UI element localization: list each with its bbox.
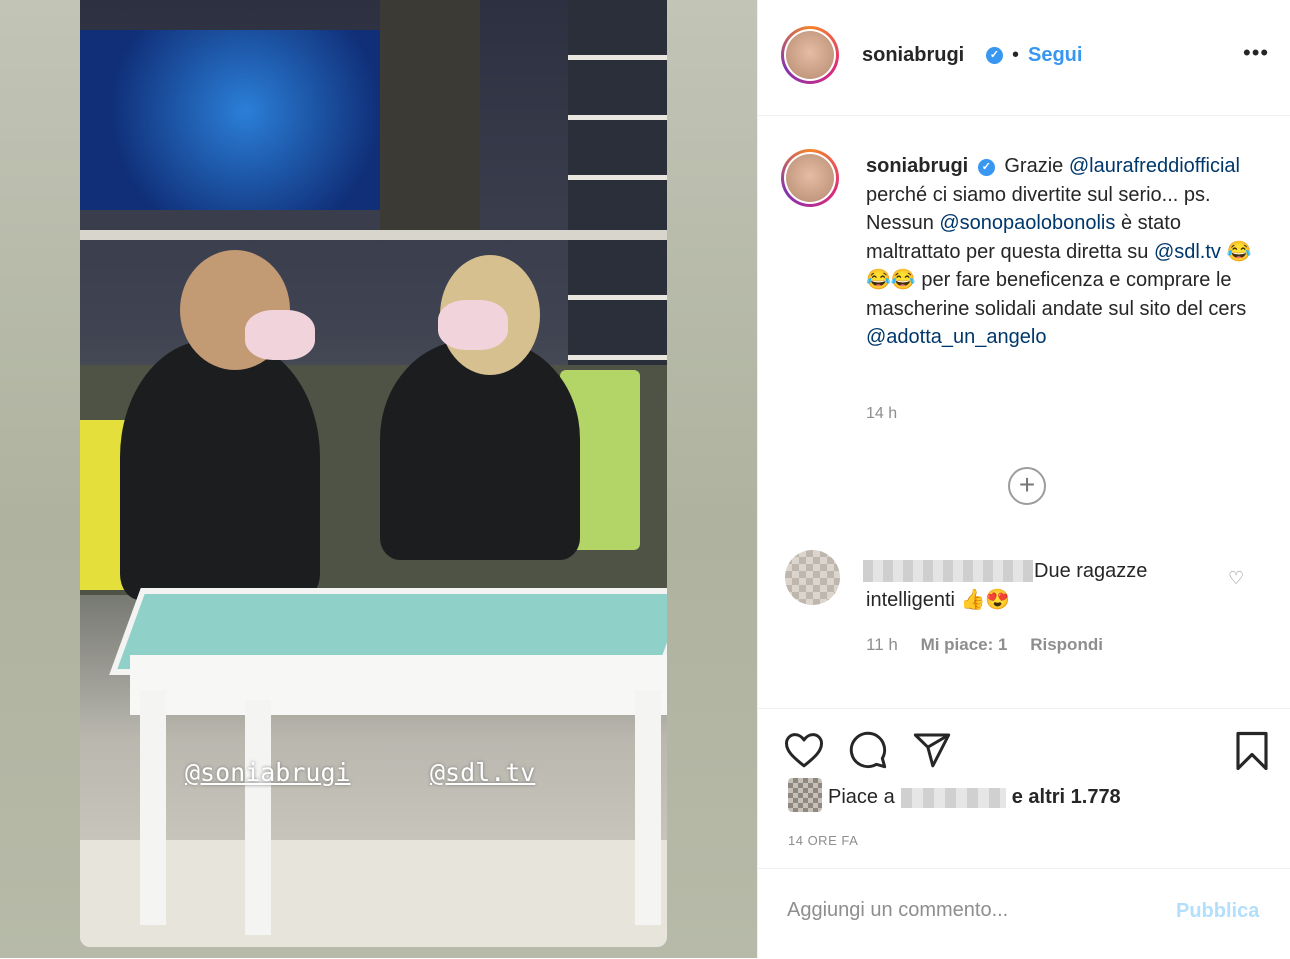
verified-badge-icon: ✓ xyxy=(986,47,1003,64)
post-timestamp: 14 ORE FA xyxy=(788,833,859,848)
comment-meta: 11 h Mi piace: 1 Rispondi xyxy=(866,635,1121,655)
mention-laurafreddiofficial[interactable]: @laurafreddiofficial xyxy=(1069,155,1240,177)
photo-aquarium xyxy=(80,30,380,210)
post-header: soniabrugi ✓ • Segui ••• xyxy=(758,0,1290,116)
photo-bookcase xyxy=(380,0,480,240)
caption-avatar-image xyxy=(786,154,834,202)
post-side-panel: soniabrugi ✓ • Segui ••• soniabrugi ✓ Gr… xyxy=(757,0,1290,958)
follow-button[interactable]: Segui xyxy=(1028,44,1082,67)
post-photo[interactable]: @soniabrugi @sdl.tv xyxy=(80,0,667,947)
comment-like-heart-icon[interactable]: ♡ xyxy=(1228,568,1244,589)
caption-username[interactable]: soniabrugi xyxy=(866,155,968,177)
comment-likes-count[interactable]: Mi piace: 1 xyxy=(921,635,1008,654)
photo-tag-soniabrugi[interactable]: @soniabrugi xyxy=(185,758,351,787)
liker-avatar[interactable] xyxy=(788,778,822,812)
likes-prefix: Piace a xyxy=(828,786,895,808)
load-more-comments-icon[interactable]: + xyxy=(1008,467,1046,505)
caption-time: 14 h xyxy=(866,405,898,422)
verified-badge-icon: ✓ xyxy=(977,159,995,176)
author-avatar[interactable] xyxy=(781,26,839,84)
comment-time: 11 h xyxy=(866,635,898,654)
likes-summary[interactable]: Piace a e altri 1.778 xyxy=(828,786,1121,809)
author-username[interactable]: soniabrugi xyxy=(862,44,964,67)
author-avatar-image xyxy=(786,31,834,79)
instagram-post-page: @soniabrugi @sdl.tv soniabrugi ✓ • Segui… xyxy=(0,0,1290,958)
caption-avatar[interactable] xyxy=(781,149,839,207)
caption-text-1: Grazie xyxy=(1004,155,1064,177)
photo-table-front xyxy=(130,655,667,715)
mention-adotta-un-angelo[interactable]: @adotta_un_angelo xyxy=(866,326,1046,348)
liker-username-blurred[interactable] xyxy=(900,787,1006,808)
more-options-icon[interactable]: ••• xyxy=(1243,40,1269,66)
photo-floor xyxy=(80,840,667,947)
add-comment-input[interactable] xyxy=(785,898,1149,923)
share-paper-plane-icon[interactable] xyxy=(912,730,952,770)
mention-sdltv[interactable]: @sdl.tv xyxy=(1154,241,1221,263)
photo-person-left xyxy=(120,340,320,600)
mention-sonopaolobonolis[interactable]: @sonopaolobonolis xyxy=(939,212,1115,234)
like-heart-icon[interactable] xyxy=(784,731,824,769)
photo-mask-left xyxy=(245,310,315,360)
likes-count[interactable]: e altri 1.778 xyxy=(1012,786,1121,808)
photo-table-leg xyxy=(140,690,166,925)
publish-button[interactable]: Pubblica xyxy=(1176,900,1259,923)
photo-tag-sdltv[interactable]: @sdl.tv xyxy=(430,758,535,787)
commenter-avatar[interactable] xyxy=(785,550,840,605)
comment-bubble-icon[interactable] xyxy=(848,730,888,770)
photo-table-leg xyxy=(245,700,271,935)
comment-text: Due ragazze intelligenti 👍😍 xyxy=(866,560,1148,611)
photo-mask-right xyxy=(438,300,508,350)
header-separator: • xyxy=(1012,44,1020,66)
save-bookmark-icon[interactable] xyxy=(1234,730,1270,772)
post-media-panel: @soniabrugi @sdl.tv xyxy=(0,0,757,958)
comment-reply-button[interactable]: Rispondi xyxy=(1030,635,1103,654)
photo-shelf xyxy=(80,230,667,240)
caption-text-4: per fare beneficenza e comprare le masch… xyxy=(866,269,1247,320)
photo-table-leg xyxy=(635,690,661,925)
post-caption: soniabrugi ✓ Grazie @laurafreddiofficial… xyxy=(866,152,1266,352)
